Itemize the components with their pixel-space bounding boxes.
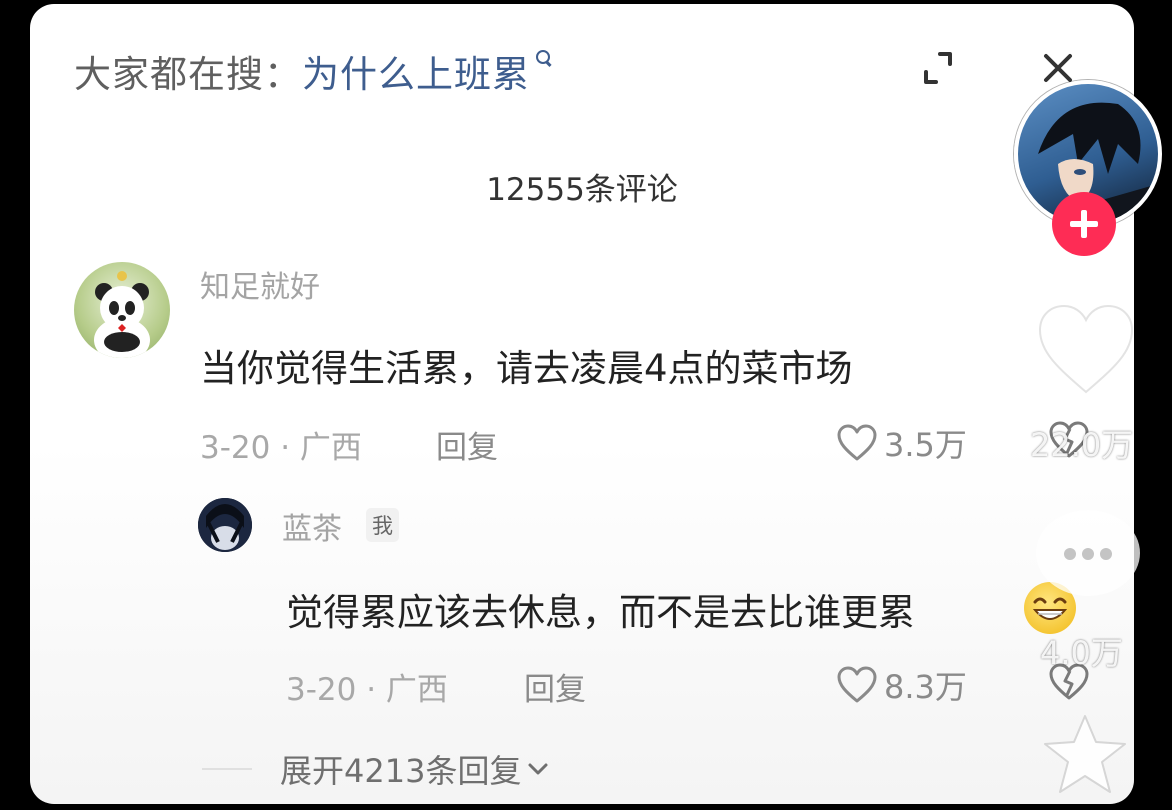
reply-like-count: 8.3万 (884, 668, 967, 706)
comment-username[interactable]: 知足就好 (200, 262, 320, 306)
search-suggestion[interactable]: 大家都在搜：为什么上班累 (74, 44, 552, 98)
follow-button[interactable] (1052, 192, 1116, 256)
expand-icon (924, 52, 952, 84)
reply-avatar-image (198, 498, 252, 552)
comment-panel: 大家都在搜：为什么上班累 12555条评论 知足就好 当你觉得生活累，请去凌晨4… (30, 4, 1134, 804)
comment-count: 12555条评论 (486, 172, 678, 208)
expand-button[interactable] (916, 46, 960, 90)
video-like-count: 22.0万 (1030, 426, 1134, 464)
reply-username[interactable]: 蓝茶 (282, 504, 342, 548)
expand-divider (202, 768, 252, 770)
search-query[interactable]: 为什么上班累 (302, 53, 530, 96)
panda-avatar-image (94, 271, 150, 358)
comment-text: 当你觉得生活累，请去凌晨4点的菜市场 (200, 347, 853, 390)
reply-reply-button[interactable]: 回复 (524, 664, 586, 709)
reply-avatar[interactable] (198, 498, 252, 552)
star-icon[interactable] (1040, 712, 1130, 798)
search-prefix: 大家都在搜： (74, 53, 302, 96)
reply-like-button[interactable]: 8.3万 (836, 662, 967, 708)
chevron-down-icon (528, 763, 548, 775)
comment-date-location: 3-20 · 广西 (200, 430, 362, 466)
search-icon (536, 50, 552, 70)
avatar[interactable] (74, 262, 170, 358)
heart-icon (837, 666, 877, 703)
reply-button[interactable]: 回复 (436, 422, 498, 467)
reply-date-location: 3-20 · 广西 (286, 672, 448, 708)
expand-replies-button[interactable]: 展开4213条回复 (280, 746, 551, 792)
comment-bubble-icon[interactable] (1036, 510, 1140, 596)
heart-icon (837, 424, 877, 461)
video-comment-count: 4.0万 (1040, 634, 1123, 672)
reply-text: 觉得累应该去休息，而不是去比谁更累 (286, 591, 915, 634)
me-badge: 我 (366, 508, 399, 542)
like-button[interactable]: 3.5万 (836, 420, 967, 466)
expand-replies-label: 展开4213条回复 (280, 752, 522, 790)
heart-icon[interactable] (1034, 302, 1138, 398)
like-count: 3.5万 (884, 426, 967, 464)
